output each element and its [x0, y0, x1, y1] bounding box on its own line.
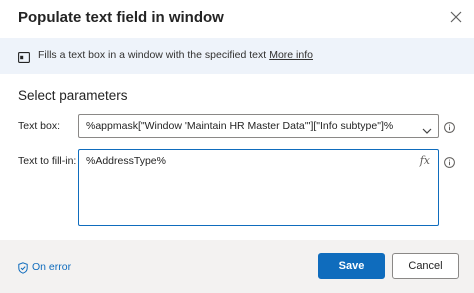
fx-icon[interactable]: fx	[420, 154, 430, 167]
text-box-value: %appmask["Window 'Maintain HR Master Dat…	[86, 120, 394, 132]
info-description: Fills a text box in a window with the sp…	[38, 49, 313, 61]
section-title: Select parameters	[18, 88, 128, 103]
text-to-fill-value: %AddressType%	[86, 155, 166, 167]
text-to-fill-input[interactable]: %AddressType% fx	[78, 149, 439, 226]
window-icon	[18, 50, 30, 63]
dialog-title: Populate text field in window	[18, 9, 224, 26]
on-error-button[interactable]: On error	[18, 261, 72, 274]
on-error-label: On error	[32, 261, 72, 273]
text-box-label: Text box:	[18, 120, 61, 132]
text-to-fill-label: Text to fill-in:	[18, 155, 77, 167]
save-button[interactable]: Save	[318, 253, 385, 279]
more-info-link[interactable]: More info	[269, 49, 313, 61]
text-box-help-icon[interactable]	[444, 120, 455, 133]
chevron-down-icon[interactable]	[422, 122, 432, 134]
text-to-fill-help-icon[interactable]	[444, 155, 455, 168]
shield-icon	[18, 261, 28, 274]
dialog-footer: On error Save Cancel	[0, 240, 474, 293]
close-icon[interactable]	[449, 10, 463, 24]
info-bar: Fills a text box in a window with the sp…	[0, 38, 474, 74]
text-box-select[interactable]: %appmask["Window 'Maintain HR Master Dat…	[78, 114, 439, 138]
info-text: Fills a text box in a window with the sp…	[38, 49, 267, 61]
cancel-button[interactable]: Cancel	[392, 253, 459, 279]
populate-text-field-dialog: Populate text field in window Fills a te…	[0, 0, 474, 293]
